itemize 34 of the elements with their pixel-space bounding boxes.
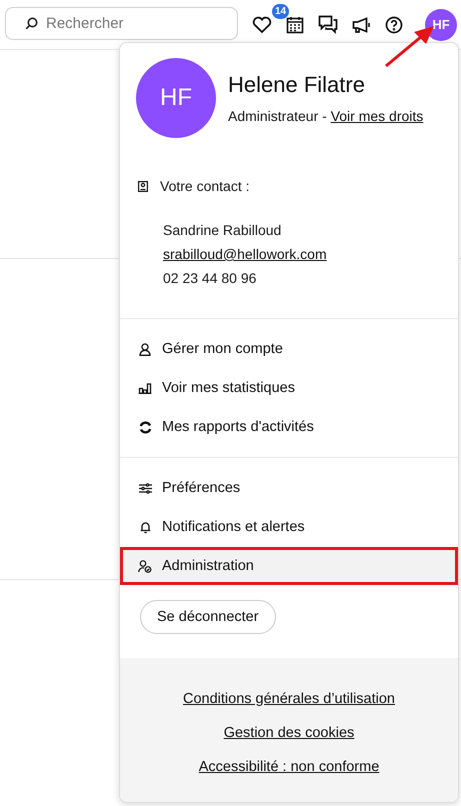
- help-icon[interactable]: [385, 16, 403, 34]
- user-role: Administrateur - Voir mes droits: [228, 108, 424, 124]
- menu-item[interactable]: Gérer mon compte: [120, 330, 458, 368]
- contact-email-link[interactable]: srabilloud@hellowork.com: [163, 242, 327, 266]
- contact-label: Votre contact :: [160, 177, 250, 196]
- user-name: Helene Filatre: [228, 72, 366, 98]
- person-icon: [138, 342, 152, 356]
- user-avatar: HF: [136, 58, 216, 138]
- logout-button[interactable]: Se déconnecter: [140, 600, 276, 634]
- footer-link[interactable]: Conditions générales d’utilisation: [183, 689, 395, 710]
- footer-link[interactable]: Accessibilité : non conforme: [198, 757, 380, 778]
- menu-item[interactable]: Mes rapports d'activités: [120, 408, 458, 446]
- refresh-icon: [138, 420, 152, 434]
- contact-name: Sandrine Rabilloud: [163, 221, 282, 240]
- bar-chart-icon: [138, 382, 152, 394]
- chat-icon[interactable]: [318, 15, 338, 34]
- bell-icon: [138, 520, 152, 534]
- menu-item[interactable]: Notifications et alertes: [120, 508, 458, 546]
- menu-item[interactable]: Préférences: [120, 469, 458, 507]
- menu-item[interactable]: Administration: [120, 547, 458, 585]
- search-icon: [25, 17, 38, 30]
- admin-icon: [138, 560, 152, 572]
- contact-phone: 02 23 44 80 96: [163, 269, 256, 288]
- contact-card-icon: [138, 180, 148, 192]
- menu-item[interactable]: Voir mes statistiques: [120, 369, 458, 407]
- sliders-icon: [138, 482, 152, 494]
- favorites-heart-icon[interactable]: [252, 16, 272, 34]
- footer-link[interactable]: Gestion des cookies: [224, 723, 354, 744]
- megaphone-icon[interactable]: [352, 16, 371, 32]
- search-field[interactable]: Rechercher: [5, 7, 238, 40]
- notification-badge: 14: [272, 4, 290, 18]
- rights-link[interactable]: Voir mes droits: [330, 108, 424, 124]
- user-avatar[interactable]: HF: [425, 8, 457, 40]
- calendar-icon[interactable]: [286, 16, 304, 34]
